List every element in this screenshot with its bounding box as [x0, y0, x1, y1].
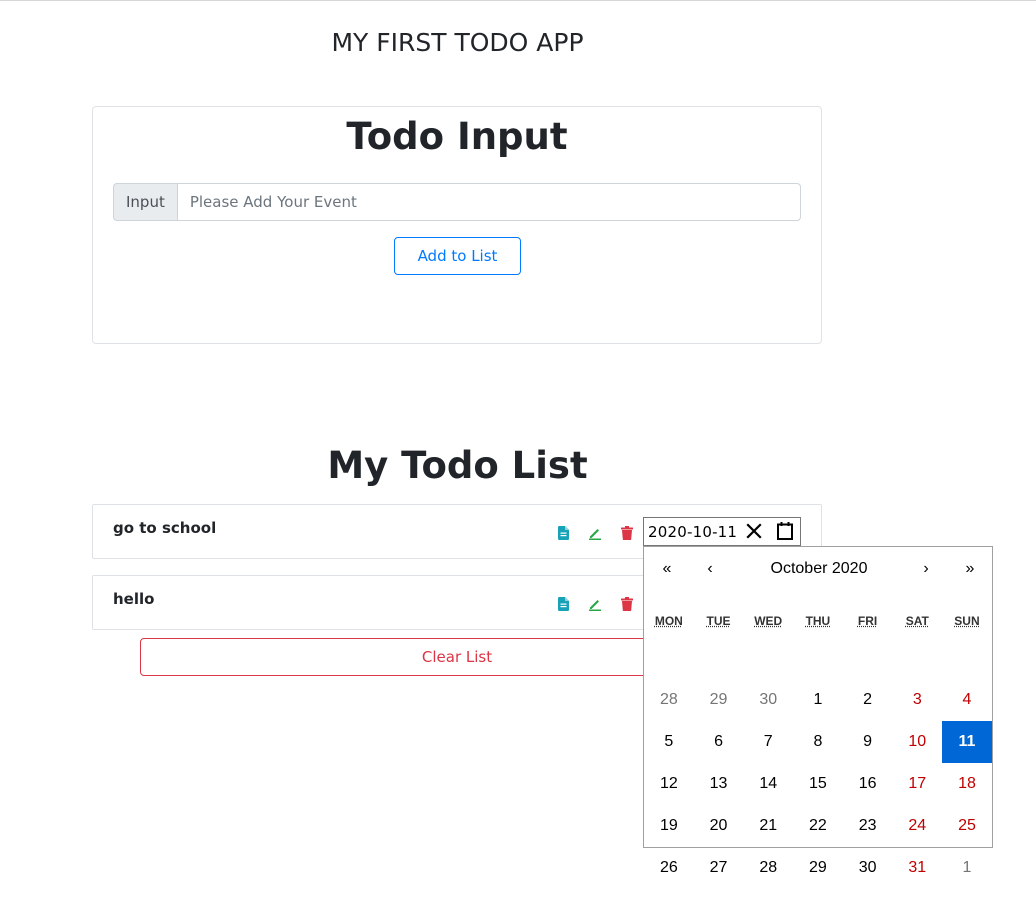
calendar-month-label: October 2020 [770, 560, 868, 577]
calendar-day[interactable]: 13 [694, 763, 744, 805]
calendar-day-selected[interactable]: 11 [942, 721, 992, 763]
weekday-label: FRI [857, 614, 878, 628]
calendar-day[interactable]: 28 [743, 847, 793, 889]
calendar-day[interactable]: 29 [694, 679, 744, 721]
calendar-day[interactable]: 19 [644, 805, 694, 847]
edit-icon[interactable] [587, 596, 603, 612]
todo-list-heading: My Todo List [327, 444, 588, 487]
calendar-day[interactable]: 5 [644, 721, 694, 763]
date-value[interactable]: 2020-10-11 [648, 523, 737, 541]
calendar-day[interactable]: 9 [843, 721, 893, 763]
clear-date-icon[interactable] [744, 521, 764, 541]
calendar-day[interactable]: 17 [892, 763, 942, 805]
app-title: MY FIRST TODO APP [331, 28, 584, 57]
calendar-day[interactable]: 1 [793, 679, 843, 721]
calendar-day[interactable]: 25 [942, 805, 992, 847]
todo-input-card: Todo Input Input Add to List [92, 106, 822, 344]
calendar-weekday-row: MON TUE WED THU FRI SAT SUN [644, 613, 994, 629]
calendar-day-grid: 28 29 30 1 2 3 4 5 6 7 8 9 10 11 12 13 1… [644, 679, 994, 889]
calendar-day[interactable]: 7 [743, 721, 793, 763]
calendar-day[interactable]: 16 [843, 763, 893, 805]
prev-year-button[interactable]: « [655, 559, 679, 579]
calendar-day[interactable]: 27 [694, 847, 744, 889]
file-icon[interactable] [555, 525, 571, 541]
calendar-day[interactable]: 4 [942, 679, 992, 721]
todo-item-label: hello [113, 590, 155, 608]
trash-icon[interactable] [619, 525, 635, 541]
weekday-label: MON [654, 614, 683, 628]
next-month-button[interactable]: › [914, 559, 938, 579]
date-input[interactable]: 2020-10-11 [643, 517, 801, 546]
weekday-label: WED [754, 614, 783, 628]
calendar-day[interactable]: 14 [743, 763, 793, 805]
calendar-day[interactable]: 20 [694, 805, 744, 847]
calendar-day[interactable]: 15 [793, 763, 843, 805]
top-divider [0, 0, 1036, 1]
calendar-day[interactable]: 6 [694, 721, 744, 763]
next-year-button[interactable]: » [958, 559, 982, 579]
calendar-day[interactable]: 24 [892, 805, 942, 847]
calendar-day[interactable]: 28 [644, 679, 694, 721]
weekday-label: SUN [954, 614, 980, 628]
calendar-day[interactable]: 21 [743, 805, 793, 847]
weekday-label: SAT [905, 614, 929, 628]
calendar-day[interactable]: 1 [942, 847, 992, 889]
todo-input-heading: Todo Input [346, 115, 568, 158]
calendar-day[interactable]: 18 [942, 763, 992, 805]
calendar-day[interactable]: 3 [892, 679, 942, 721]
calendar-day[interactable]: 23 [843, 805, 893, 847]
todo-text-input[interactable] [176, 183, 801, 221]
input-prepend-label: Input [113, 183, 177, 221]
calendar-day[interactable]: 26 [644, 847, 694, 889]
add-to-list-button[interactable]: Add to List [394, 237, 521, 275]
trash-icon[interactable] [619, 596, 635, 612]
calendar-day[interactable]: 2 [843, 679, 893, 721]
calendar-day[interactable]: 30 [843, 847, 893, 889]
todo-input-group: Input [113, 183, 801, 221]
calendar-icon[interactable] [775, 521, 795, 541]
calendar-day[interactable]: 30 [743, 679, 793, 721]
weekday-label: THU [805, 614, 831, 628]
weekday-label: TUE [706, 614, 731, 628]
calendar-day[interactable]: 10 [892, 721, 942, 763]
calendar-day[interactable]: 22 [793, 805, 843, 847]
calendar-popup: « ‹ October 2020 › » MON TUE WED THU FRI… [643, 546, 994, 876]
calendar-day[interactable]: 29 [793, 847, 843, 889]
calendar-day[interactable]: 12 [644, 763, 694, 805]
edit-icon[interactable] [587, 525, 603, 541]
calendar-day[interactable]: 8 [793, 721, 843, 763]
calendar-day[interactable]: 31 [892, 847, 942, 889]
todo-item-label: go to school [113, 519, 217, 537]
prev-month-button[interactable]: ‹ [698, 559, 722, 579]
file-icon[interactable] [555, 596, 571, 612]
